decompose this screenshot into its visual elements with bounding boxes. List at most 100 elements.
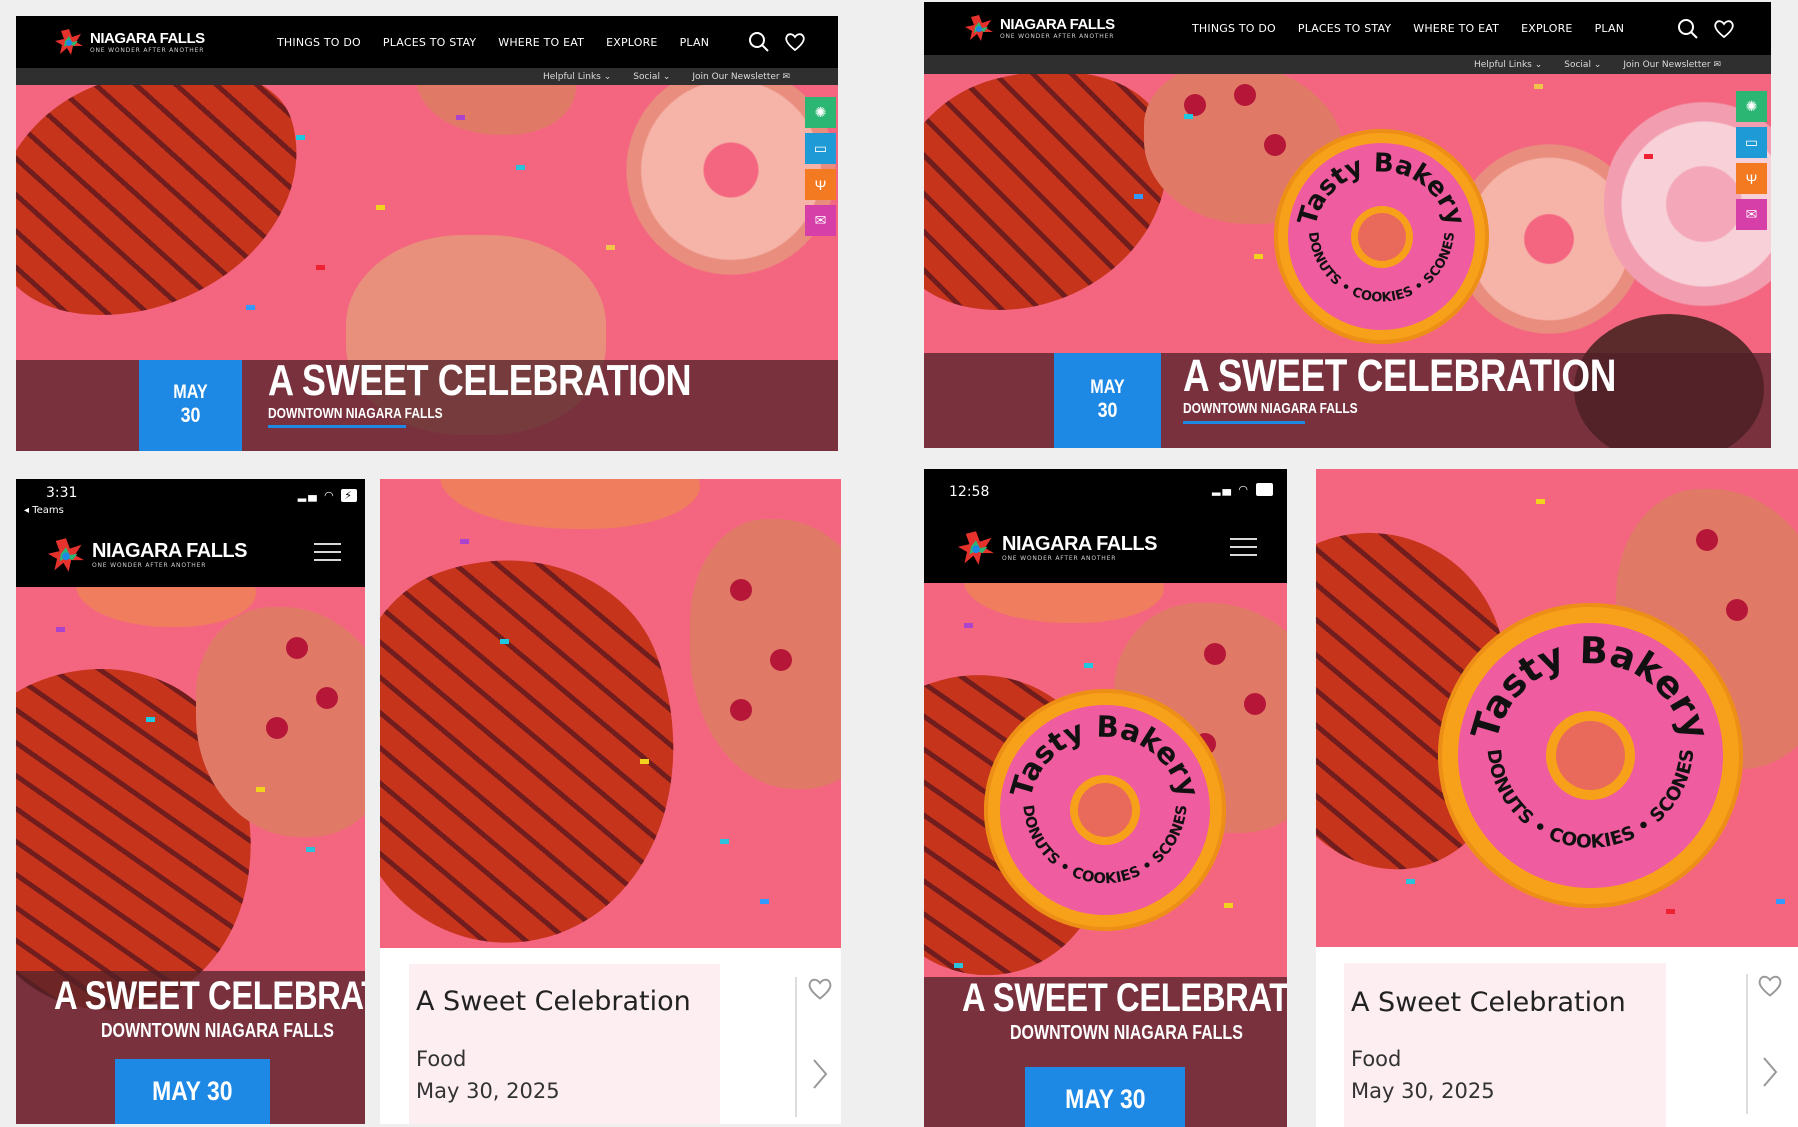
brand-tagline: ONE WONDER AFTER ANOTHER — [92, 562, 207, 569]
site-logo[interactable]: NIAGARA FALLS ONE WONDER AFTER ANOTHER — [46, 537, 247, 573]
nav-things-to-do[interactable]: THINGS TO DO — [1192, 22, 1276, 35]
svg-text:DONUTS • COOKIES • SCONES: DONUTS • COOKIES • SCONES — [1483, 748, 1699, 853]
ios-status-bar: 12:58 ▂▄ ◠ — [924, 469, 1287, 509]
main-nav: THINGS TO DO PLACES TO STAY WHERE TO EAT… — [1192, 22, 1624, 35]
ios-status-bar: 3:31 ◂ Teams ▂▄ ◠ ⚡ — [16, 479, 365, 527]
utility-bar: Helpful Links ⌄ Social ⌄ Join Our Newsle… — [16, 68, 838, 85]
event-date-badge: MAY 30 — [1054, 353, 1161, 448]
nav-explore[interactable]: EXPLORE — [1521, 22, 1573, 35]
event-title: A SWEET CELEBRATION — [962, 976, 1287, 1020]
svg-text:Tasty Bakery: Tasty Bakery — [1293, 148, 1471, 229]
card-details: A Sweet Celebration Food May 30, 2025 — [409, 964, 720, 1124]
things-to-do-shortcut[interactable]: ✺ — [805, 97, 836, 128]
heart-icon[interactable] — [1757, 974, 1783, 998]
heart-icon[interactable] — [807, 977, 833, 1001]
event-location: DOWNTOWN NIAGARA FALLS — [268, 405, 443, 422]
utility-bar: Helpful Links ⌄ Social ⌄ Join Our Newsle… — [924, 55, 1771, 74]
card-details: A Sweet Celebration Food May 30, 2025 — [1344, 963, 1666, 1127]
places-to-stay-shortcut[interactable]: ▭ — [1736, 127, 1767, 158]
utensils-icon: Ψ — [814, 176, 827, 193]
bed-icon: ▭ — [813, 140, 828, 156]
bed-icon: ▭ — [1744, 134, 1759, 150]
tickets-shortcut[interactable]: ✉ — [805, 205, 836, 236]
card-image: Tasty Bakery DONUTS • COOKIES • SCONES — [1316, 469, 1798, 947]
event-day: 30 — [1097, 399, 1118, 422]
where-to-eat-shortcut[interactable]: Ψ — [805, 169, 836, 200]
event-card-after[interactable]: Tasty Bakery DONUTS • COOKIES • SCONES A… — [1316, 469, 1798, 1127]
event-title: A SWEET CELEBRATION — [54, 974, 365, 1018]
badge-text: Tasty Bakery DONUTS • COOKIES • SCONES — [1004, 710, 1206, 888]
hamburger-menu-icon[interactable] — [314, 537, 341, 567]
mobile-after-panel: 12:58 ▂▄ ◠ NIAGARA FALLS ONE WONDER AFTE… — [924, 469, 1287, 1127]
card-date: May 30, 2025 — [1351, 1079, 1495, 1103]
hamburger-menu-icon[interactable] — [1230, 532, 1257, 562]
signal-battery-icons: ▂▄ ◠ ⚡ — [298, 489, 357, 502]
newsletter-link[interactable]: Join Our Newsletter ✉ — [1623, 60, 1721, 70]
event-location: DOWNTOWN NIAGARA FALLS — [101, 1020, 334, 1042]
event-title: A SWEET CELEBRATION — [1183, 350, 1616, 401]
nav-plan[interactable]: PLAN — [1595, 22, 1625, 35]
card-category: Food — [1351, 1047, 1402, 1071]
tasty-bakery-badge: Tasty Bakery DONUTS • COOKIES • SCONES — [1438, 603, 1743, 908]
tasty-bakery-badge: Tasty Bakery DONUTS • COOKIES • SCONES — [1274, 129, 1489, 344]
card-divider — [1746, 974, 1748, 1114]
svg-text:Tasty Bakery: Tasty Bakery — [1004, 710, 1206, 802]
hero-image: A SWEET CELEBRATION DOWNTOWN NIAGARA FAL… — [16, 587, 365, 1124]
badge-text: Tasty Bakery DONUTS • COOKIES • SCONES — [1293, 148, 1471, 306]
chevron-right-icon[interactable] — [811, 1057, 829, 1091]
site-logo[interactable]: NIAGARA FALLS ONE WONDER AFTER ANOTHER — [54, 28, 205, 56]
hero-image: Tasty Bakery DONUTS • COOKIES • SCONES A… — [924, 583, 1287, 1127]
heart-icon[interactable] — [784, 32, 806, 52]
search-icon[interactable] — [748, 31, 770, 53]
places-to-stay-shortcut[interactable]: ▭ — [805, 133, 836, 164]
newsletter-link[interactable]: Join Our Newsletter ✉ — [692, 72, 790, 82]
site-logo[interactable]: NIAGARA FALLS ONE WONDER AFTER ANOTHER — [956, 530, 1157, 566]
chevron-right-icon[interactable] — [1761, 1055, 1779, 1089]
card-title: A Sweet Celebration — [1351, 987, 1626, 1018]
signal-battery-icons: ▂▄ ◠ — [1212, 483, 1273, 496]
mobile-before-panel: 3:31 ◂ Teams ▂▄ ◠ ⚡ NIAGARA FALLS ONE WO… — [16, 479, 365, 1124]
card-divider — [795, 977, 797, 1117]
status-time: 12:58 — [949, 484, 990, 500]
status-time: 3:31 — [46, 485, 78, 501]
site-logo[interactable]: NIAGARA FALLS ONE WONDER AFTER ANOTHER — [964, 14, 1115, 42]
nav-things-to-do[interactable]: THINGS TO DO — [277, 36, 361, 49]
maple-leaf-logo-icon — [965, 15, 993, 41]
tickets-shortcut[interactable]: ✉ — [1736, 199, 1767, 230]
nav-plan[interactable]: PLAN — [680, 36, 710, 49]
nav-where-to-eat[interactable]: WHERE TO EAT — [1413, 22, 1499, 35]
brand-name: NIAGARA FALLS — [1000, 15, 1115, 33]
search-icon[interactable] — [1677, 18, 1699, 40]
nav-places-to-stay[interactable]: PLACES TO STAY — [383, 36, 476, 49]
ticket-icon: ✉ — [814, 212, 827, 228]
fireworks-icon: ✺ — [814, 104, 827, 120]
where-to-eat-shortcut[interactable]: Ψ — [1736, 163, 1767, 194]
event-date-badge: MAY 30 — [1025, 1067, 1185, 1127]
maple-leaf-logo-icon — [55, 29, 83, 55]
event-title: A SWEET CELEBRATION — [268, 356, 692, 405]
nav-places-to-stay[interactable]: PLACES TO STAY — [1298, 22, 1391, 35]
hero-image: MAY 30 A SWEET CELEBRATION DOWNTOWN NIAG… — [16, 85, 838, 451]
badge-text: Tasty Bakery DONUTS • COOKIES • SCONES — [1463, 629, 1718, 853]
event-day: 30 — [180, 404, 201, 427]
event-month: MAY — [1090, 377, 1125, 398]
svg-text:DONUTS • COOKIES • SCONES: DONUTS • COOKIES • SCONES — [1305, 231, 1458, 306]
event-card-before[interactable]: A Sweet Celebration Food May 30, 2025 — [380, 479, 841, 1124]
nav-explore[interactable]: EXPLORE — [606, 36, 658, 49]
nav-where-to-eat[interactable]: WHERE TO EAT — [498, 36, 584, 49]
back-to-app-link[interactable]: ◂ Teams — [24, 505, 64, 516]
desktop-after-panel: NIAGARA FALLS ONE WONDER AFTER ANOTHER T… — [924, 2, 1771, 448]
svg-text:Tasty Bakery: Tasty Bakery — [1463, 629, 1718, 744]
svg-text:DONUTS • COOKIES • SCONES: DONUTS • COOKIES • SCONES — [1019, 804, 1190, 887]
heart-icon[interactable] — [1713, 19, 1735, 39]
hero-image: Tasty Bakery DONUTS • COOKIES • SCONES M… — [924, 74, 1771, 448]
things-to-do-shortcut[interactable]: ✺ — [1736, 91, 1767, 122]
brand-name: NIAGARA FALLS — [1002, 533, 1157, 555]
helpful-links-dropdown[interactable]: Helpful Links ⌄ — [1474, 60, 1542, 70]
brand-name: NIAGARA FALLS — [92, 540, 247, 562]
brand-name: NIAGARA FALLS — [90, 29, 205, 47]
social-dropdown[interactable]: Social ⌄ — [633, 72, 670, 82]
helpful-links-dropdown[interactable]: Helpful Links ⌄ — [543, 72, 611, 82]
social-dropdown[interactable]: Social ⌄ — [1564, 60, 1601, 70]
site-header: NIAGARA FALLS ONE WONDER AFTER ANOTHER T… — [924, 2, 1771, 55]
